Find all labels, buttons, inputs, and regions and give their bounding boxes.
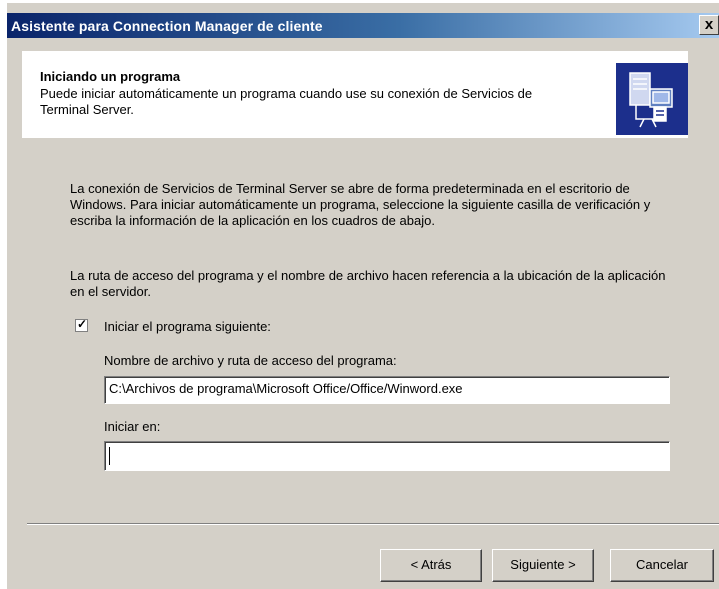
program-path-label: Nombre de archivo y ruta de acceso del p… — [104, 353, 397, 368]
header-description: Puede iniciar automáticamente un program… — [40, 86, 533, 117]
title-bar[interactable]: Asistente para Connection Manager de cli… — [7, 13, 719, 38]
wizard-header: Iniciando un programa Puede iniciar auto… — [22, 51, 688, 138]
checkmark-icon: ✓ — [77, 317, 88, 331]
start-in-label: Iniciar en: — [104, 419, 161, 434]
close-icon: x — [704, 16, 714, 33]
start-program-label[interactable]: Iniciar el programa siguiente: — [104, 319, 271, 334]
back-button[interactable]: < Atrás — [380, 549, 482, 582]
next-button[interactable]: Siguiente > — [492, 549, 594, 582]
terminal-server-connection-icon — [616, 63, 688, 135]
text-caret — [109, 447, 110, 465]
header-title: Iniciando un programa — [40, 69, 181, 84]
cancel-button[interactable]: Cancelar — [610, 549, 714, 582]
path-note-paragraph: La ruta de acceso del programa y el nomb… — [70, 268, 666, 299]
button-divider — [27, 523, 719, 525]
close-button[interactable]: x — [699, 15, 719, 35]
start-in-input[interactable] — [104, 441, 670, 471]
wizard-dialog: Asistente para Connection Manager de cli… — [6, 3, 719, 589]
start-program-checkbox[interactable]: ✓ — [75, 317, 88, 332]
window-title: Asistente para Connection Manager de cli… — [11, 18, 323, 34]
intro-paragraph: La conexión de Servicios de Terminal Ser… — [70, 181, 651, 228]
program-path-input[interactable]: C:\Archivos de programa\Microsoft Office… — [104, 376, 670, 404]
